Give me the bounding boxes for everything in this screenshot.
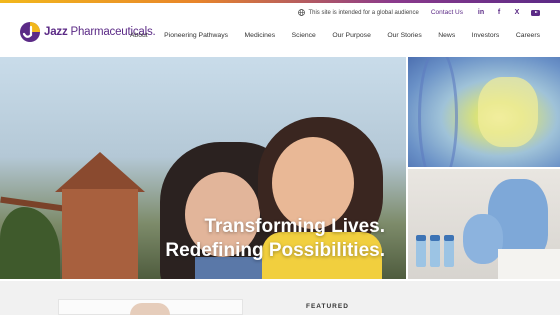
tile-vessel-shape — [418, 57, 458, 167]
science-image-tile[interactable] — [408, 57, 560, 167]
lab-vial-cap — [416, 235, 426, 241]
hero-headline-line-2: Redefining Possibilities. — [165, 240, 385, 261]
site-header: Jazz Pharmaceuticals. This site is inten… — [0, 3, 560, 55]
lab-image-tile[interactable] — [408, 169, 560, 279]
nav-item-medicines[interactable]: Medicines — [245, 32, 276, 39]
nav-item-about[interactable]: About — [130, 32, 148, 39]
nav-item-investors[interactable]: Investors — [472, 32, 500, 39]
lab-vial — [444, 239, 454, 267]
nav-item-our-purpose[interactable]: Our Purpose — [332, 32, 371, 39]
lab-vial-cap — [430, 235, 440, 241]
global-audience-note: This site is intended for a global audie… — [298, 9, 419, 16]
tile-glow-shape — [478, 77, 538, 147]
global-audience-text: This site is intended for a global audie… — [308, 9, 419, 16]
nav-item-news[interactable]: News — [438, 32, 455, 39]
lab-tray-shape — [498, 249, 560, 279]
hero-playhouse — [62, 189, 138, 279]
lab-vial-cap — [444, 235, 454, 241]
jazz-logo-mark-icon — [20, 22, 40, 42]
social-links: in f X — [477, 9, 540, 16]
hero-tree — [0, 207, 60, 279]
youtube-icon[interactable] — [531, 9, 540, 16]
nav-item-pioneering-pathways[interactable]: Pioneering Pathways — [164, 32, 228, 39]
lab-vial — [430, 239, 440, 267]
x-icon[interactable]: X — [513, 9, 521, 16]
lab-glove-hand-shape — [463, 214, 503, 264]
nav-item-our-stories[interactable]: Our Stories — [387, 32, 421, 39]
hero-playhouse-roof — [55, 152, 145, 192]
linkedin-icon[interactable]: in — [477, 9, 485, 16]
nav-item-careers[interactable]: Careers — [516, 32, 540, 39]
featured-label: FEATURED — [306, 303, 349, 310]
lab-vial — [416, 239, 426, 267]
facebook-icon[interactable]: f — [495, 9, 503, 16]
hero-banner: Transforming Lives. Redefining Possibili… — [0, 57, 406, 279]
hero-headline: Transforming Lives. Redefining Possibili… — [165, 215, 385, 263]
brand-name-bold: Jazz — [44, 26, 68, 38]
main-nav: About Pioneering Pathways Medicines Scie… — [113, 32, 540, 39]
featured-card-face — [130, 303, 170, 315]
globe-icon — [298, 9, 306, 16]
contact-us-link[interactable]: Contact Us — [431, 9, 463, 16]
nav-item-science[interactable]: Science — [292, 32, 316, 39]
hero-headline-line-1: Transforming Lives. — [204, 216, 385, 237]
utility-bar: This site is intended for a global audie… — [298, 9, 540, 16]
